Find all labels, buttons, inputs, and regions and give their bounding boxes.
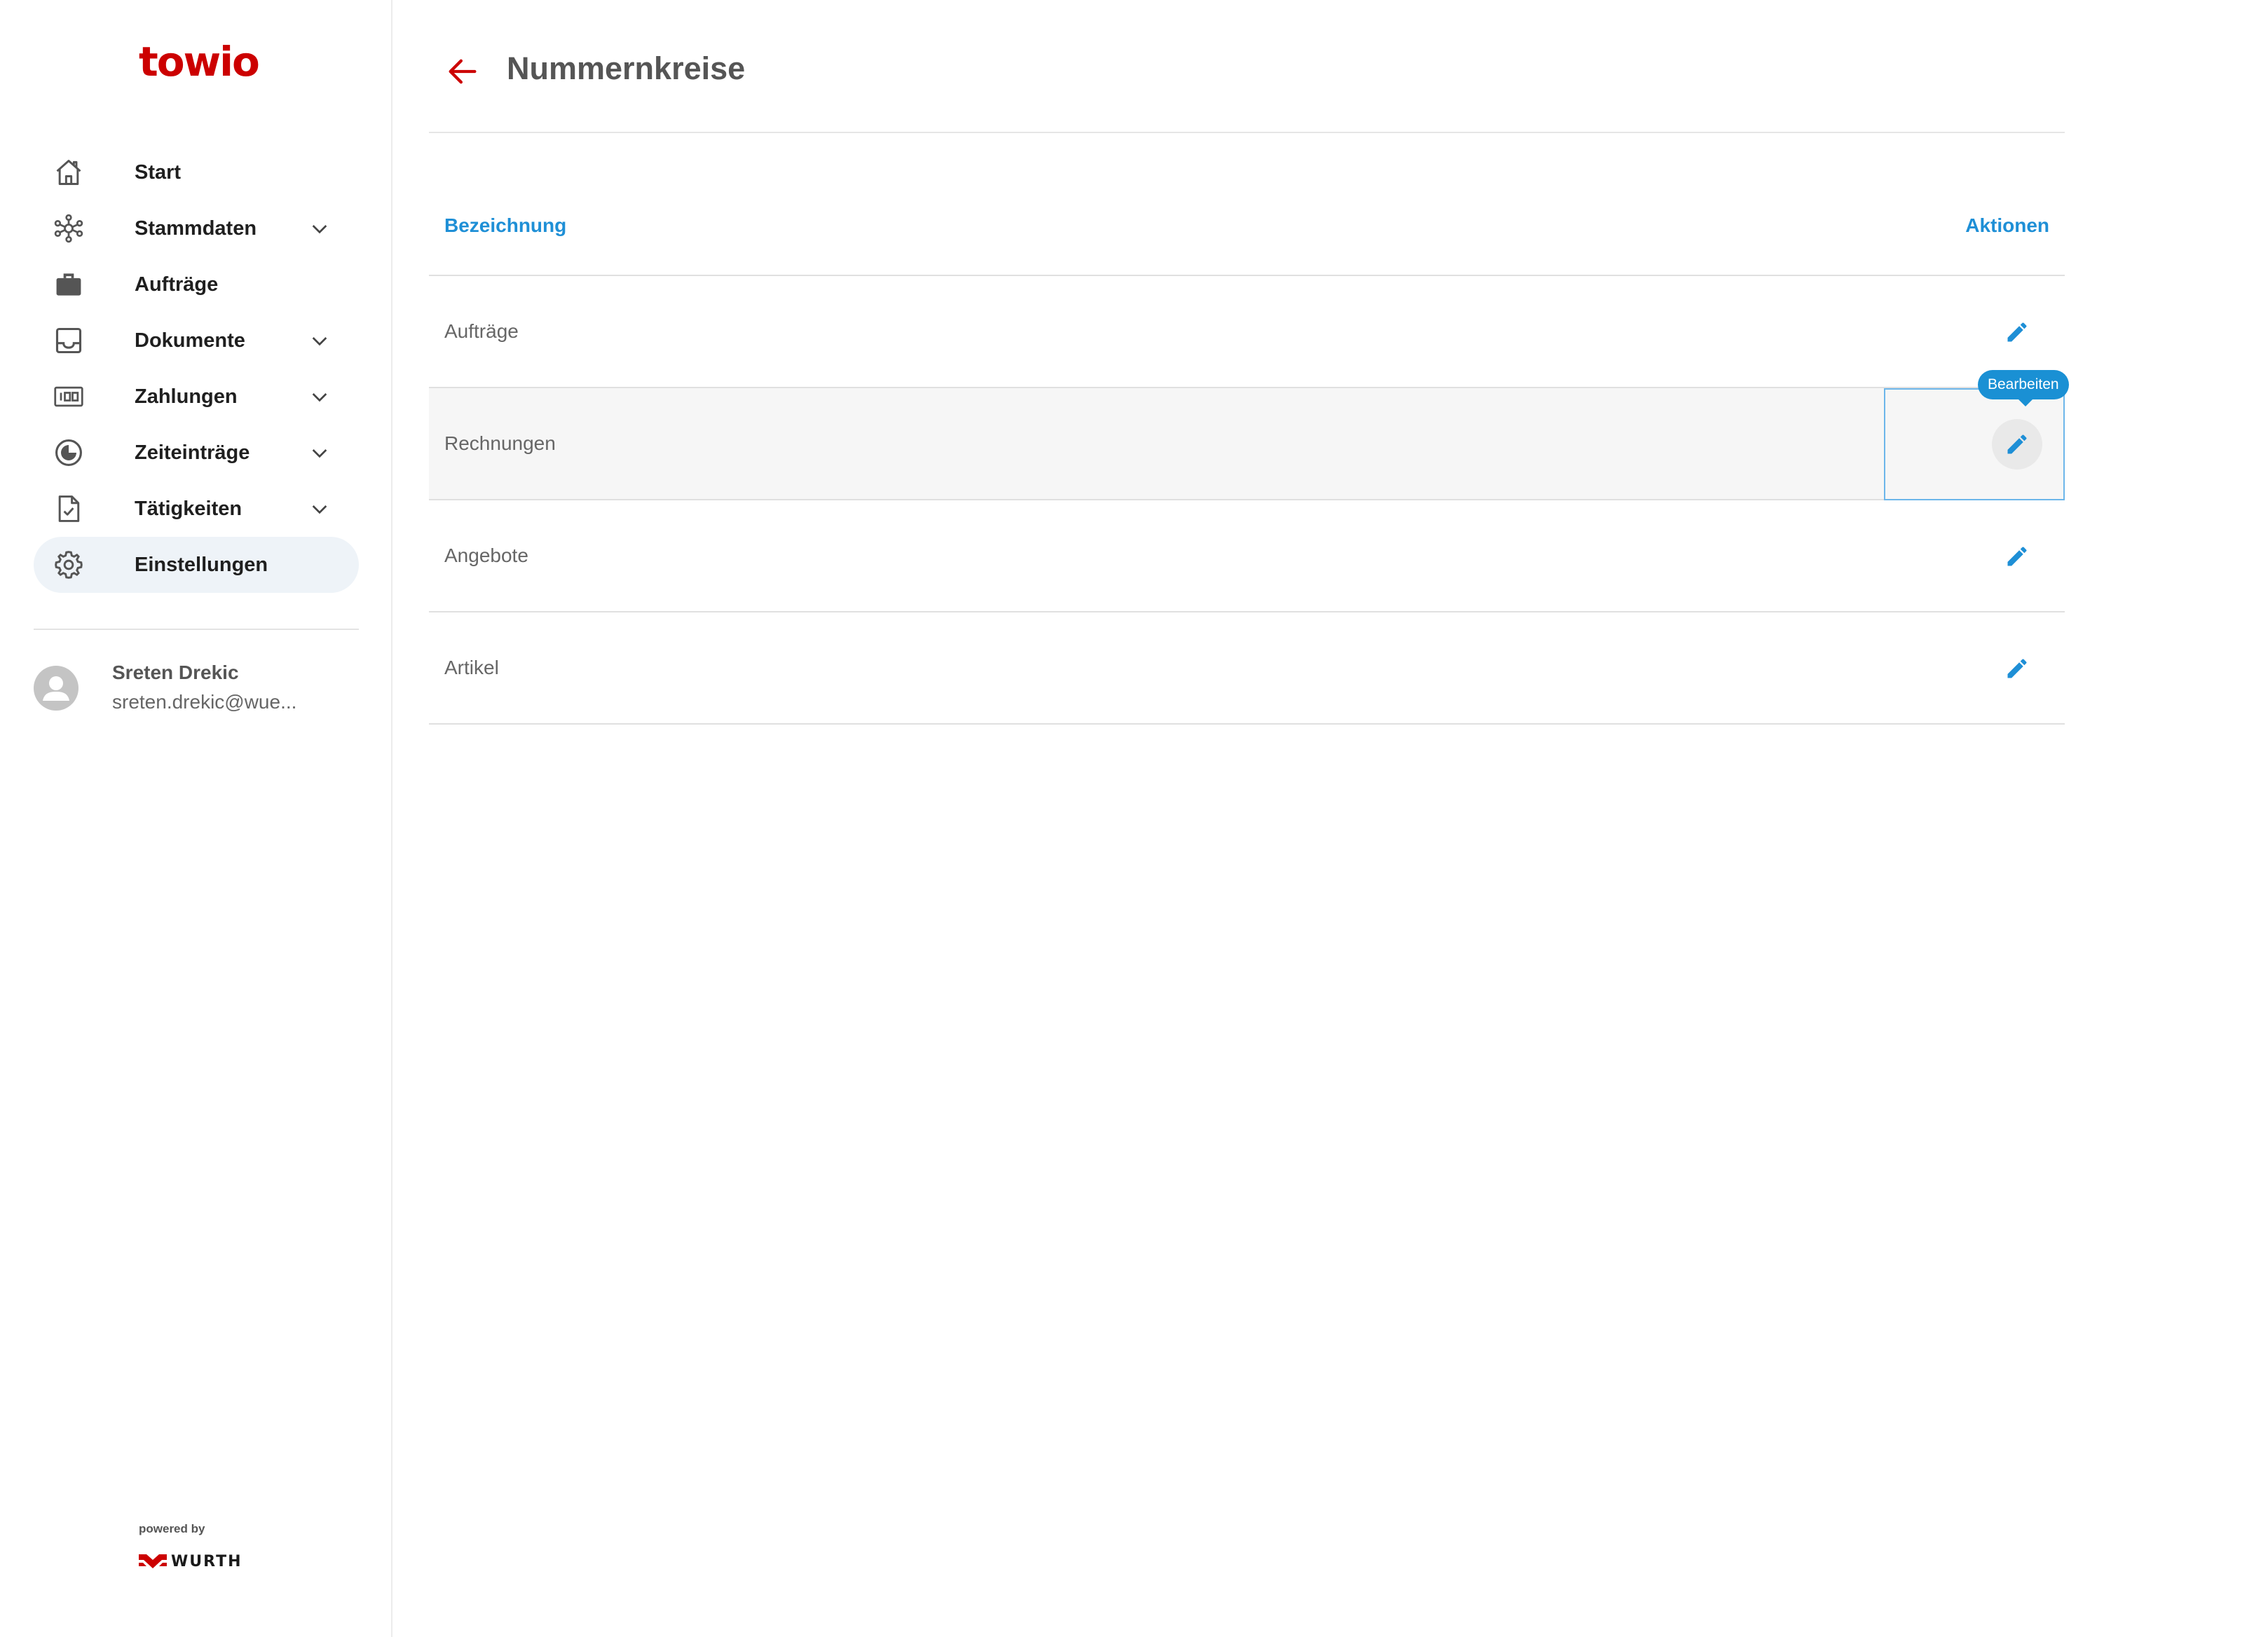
chevron-down-icon[interactable] [308,385,331,408]
user-profile[interactable]: Sreten Drekic sreten.drekic@wue... [34,662,359,718]
column-header-aktionen: Aktionen [1965,214,2049,236]
briefcase-icon [53,269,84,300]
edit-button[interactable] [1992,643,2042,694]
sidebar-item-label: Zahlungen [135,385,238,408]
edit-button[interactable] [1992,307,2042,357]
edit-tooltip: Bearbeiten [1978,370,2069,406]
pencil-icon [2007,547,2027,566]
gear-icon [53,549,84,580]
sidebar-item-zeiteintraege[interactable]: Zeiteinträge [34,425,359,481]
page-title: Nummernkreise [507,50,746,86]
sidebar-item-label: Einstellungen [135,553,268,576]
person-icon [43,676,69,701]
chevron-down-icon[interactable] [308,498,331,520]
row-name: Artikel [444,657,499,678]
pencil-icon [2007,659,2027,678]
sidebar-divider [34,629,359,630]
home-icon [53,157,84,188]
sidebar-item-label: Zeiteinträge [135,441,250,464]
back-arrow-icon[interactable] [444,53,481,90]
row-name: Aufträge [444,320,519,342]
sidebar-item-stammdaten[interactable]: Stammdaten [34,200,359,256]
edit-button[interactable] [1992,531,2042,582]
chevron-down-icon[interactable] [308,217,331,240]
row-name: Rechnungen [444,432,556,454]
wurth-wordmark: WURTH [171,1552,242,1570]
table-header: Bezeichnung Aktionen [429,189,2065,276]
powered-by-label: powered by [139,1522,205,1535]
inbox-icon [53,325,84,356]
wurth-logo: WURTH [139,1552,242,1571]
user-email: sreten.drekic@wue... [112,691,297,713]
sidebar-item-einstellungen[interactable]: Einstellungen [34,537,359,593]
column-header-bezeichnung[interactable]: Bezeichnung [444,214,566,237]
sidebar-nav: Start Stammdaten Aufträge Dokumente Zahl… [34,144,359,593]
task-document-icon [53,493,84,524]
avatar [34,666,78,711]
sidebar-item-label: Stammdaten [135,217,257,240]
sidebar-item-start[interactable]: Start [34,144,359,200]
pencil-icon [2007,434,2027,454]
sidebar-item-label: Aufträge [135,273,219,296]
wurth-mark-icon [139,1554,167,1568]
header-divider [429,132,2065,133]
table-row: Angebote [429,500,2065,612]
sidebar-item-zahlungen[interactable]: Zahlungen [34,369,359,425]
counter-icon [53,381,84,412]
sidebar-item-dokumente[interactable]: Dokumente [34,313,359,369]
sidebar-item-label: Dokumente [135,329,245,352]
edit-button[interactable] [1992,419,2042,470]
chevron-down-icon[interactable] [308,329,331,352]
table-row: Artikel [429,612,2065,725]
chevron-down-icon[interactable] [308,441,331,464]
sidebar-item-label: Start [135,160,182,184]
network-icon [53,213,84,244]
pencil-icon [2007,322,2027,342]
table-row: Aufträge [429,276,2065,388]
sidebar: towio Start Stammdaten Aufträge Dokument… [0,0,392,1637]
towio-logo[interactable]: towio [139,38,260,85]
number-ranges-table: Bezeichnung Aktionen Aufträge Rechnungen… [429,189,2069,725]
sidebar-item-label: Tätigkeiten [135,497,242,520]
user-name: Sreten Drekic [112,662,239,683]
clock-icon [53,437,84,468]
table-row: Rechnungen Bearbeiten [429,370,2069,500]
sidebar-item-taetigkeiten[interactable]: Tätigkeiten [34,481,359,537]
row-name: Angebote [444,544,528,566]
sidebar-item-auftraege[interactable]: Aufträge [34,256,359,313]
